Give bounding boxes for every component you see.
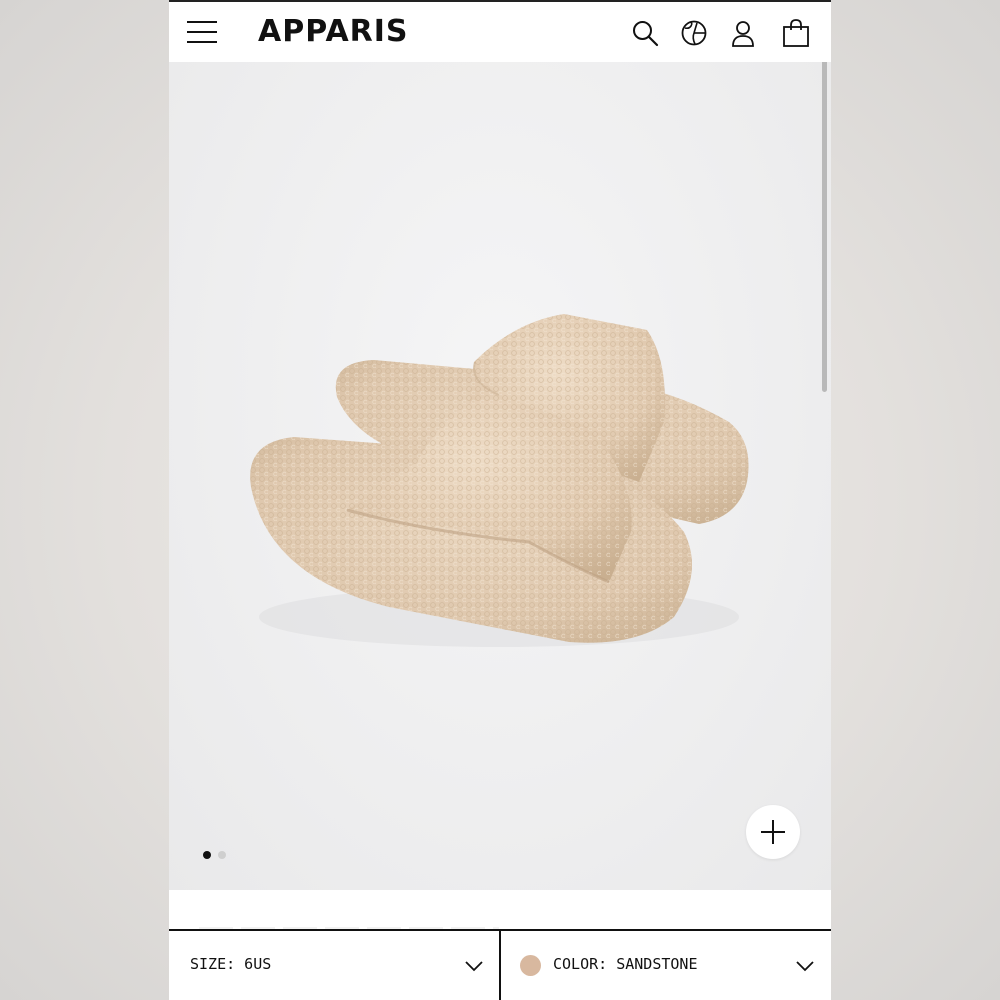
carousel-dot-2[interactable] xyxy=(218,851,226,859)
globe-icon[interactable] xyxy=(679,18,709,48)
color-swatch xyxy=(520,955,541,976)
size-selector-label: SIZE: 6US xyxy=(190,955,272,973)
carousel-dots xyxy=(203,850,226,860)
product-photo-slippers xyxy=(250,314,749,647)
site-header: APPARIS xyxy=(169,2,831,62)
size-selector[interactable]: SIZE: 6US xyxy=(169,931,499,1000)
search-icon[interactable] xyxy=(630,18,660,48)
chevron-down-icon xyxy=(465,961,483,972)
zoom-button[interactable] xyxy=(746,805,800,859)
color-selector[interactable]: COLOR: SANDSTONE xyxy=(501,931,831,1000)
brand-logo[interactable]: APPARIS xyxy=(258,12,409,52)
variant-selector-bar: SIZE: 6US COLOR: SANDSTONE xyxy=(169,929,831,1000)
product-image-gallery[interactable] xyxy=(169,62,831,890)
mobile-page: APPARIS SIZE: 6US COLOR: SANDSTONE xyxy=(169,0,831,1000)
menu-icon[interactable] xyxy=(187,20,217,44)
scrollbar[interactable] xyxy=(822,62,827,392)
bag-icon[interactable] xyxy=(781,18,811,48)
carousel-dot-1[interactable] xyxy=(203,851,211,859)
account-icon[interactable] xyxy=(728,18,758,48)
color-selector-label: COLOR: SANDSTONE xyxy=(553,955,698,973)
plus-icon xyxy=(761,820,785,844)
chevron-down-icon xyxy=(796,961,814,972)
